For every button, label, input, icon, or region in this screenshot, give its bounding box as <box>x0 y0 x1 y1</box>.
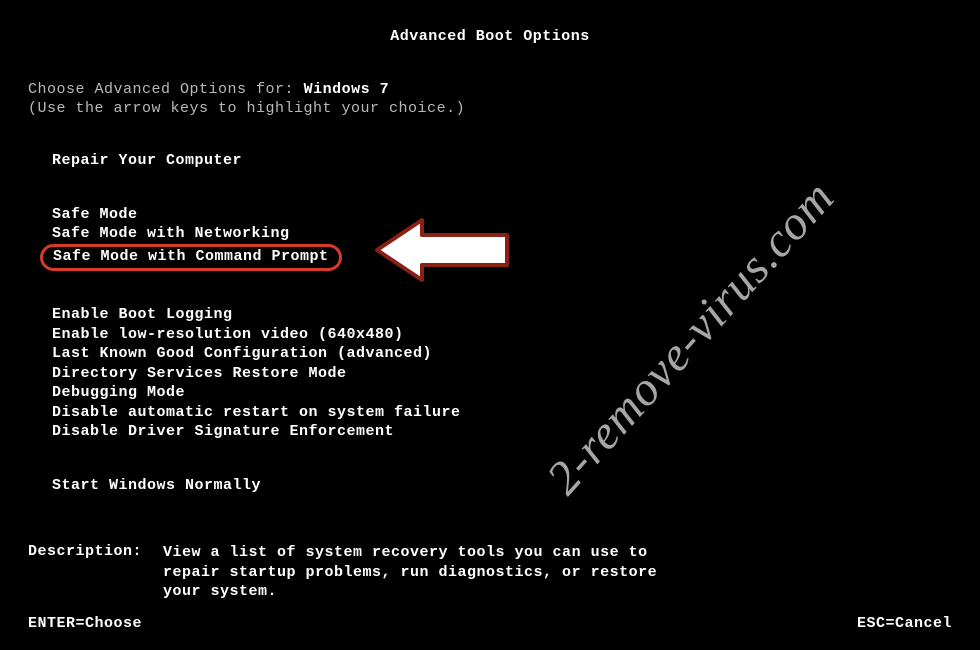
advanced-group: Enable Boot Logging Enable low-resolutio… <box>28 305 952 442</box>
footer-enter-hint: ENTER=Choose <box>28 615 142 632</box>
menu-item-safe-mode[interactable]: Safe Mode <box>52 205 952 225</box>
safe-mode-group: Safe Mode Safe Mode with Networking Safe… <box>28 205 952 272</box>
menu-item-boot-logging[interactable]: Enable Boot Logging <box>52 305 952 325</box>
menu-item-repair-computer[interactable]: Repair Your Computer <box>52 151 952 171</box>
menu-item-directory-services[interactable]: Directory Services Restore Mode <box>52 364 952 384</box>
menu-item-low-res-video[interactable]: Enable low-resolution video (640x480) <box>52 325 952 345</box>
menu-item-safe-mode-command-prompt[interactable]: Safe Mode with Command Prompt <box>40 244 342 272</box>
hint-text: (Use the arrow keys to highlight your ch… <box>28 100 952 117</box>
menu-item-last-known-good[interactable]: Last Known Good Configuration (advanced) <box>52 344 952 364</box>
menu-item-debugging-mode[interactable]: Debugging Mode <box>52 383 952 403</box>
menu-item-disable-auto-restart[interactable]: Disable automatic restart on system fail… <box>52 403 952 423</box>
os-name: Windows 7 <box>304 81 390 98</box>
menu-item-safe-mode-networking[interactable]: Safe Mode with Networking <box>52 224 952 244</box>
page-title: Advanced Boot Options <box>0 0 980 53</box>
choose-prompt: Choose Advanced Options for: Windows 7 <box>28 81 952 98</box>
description-text: View a list of system recovery tools you… <box>163 543 703 602</box>
choose-label: Choose Advanced Options for: <box>28 81 294 98</box>
footer-esc-hint: ESC=Cancel <box>857 615 952 632</box>
menu-item-start-normally[interactable]: Start Windows Normally <box>52 476 952 496</box>
description-label: Description: <box>28 543 163 602</box>
menu-item-disable-driver-sig[interactable]: Disable Driver Signature Enforcement <box>52 422 952 442</box>
